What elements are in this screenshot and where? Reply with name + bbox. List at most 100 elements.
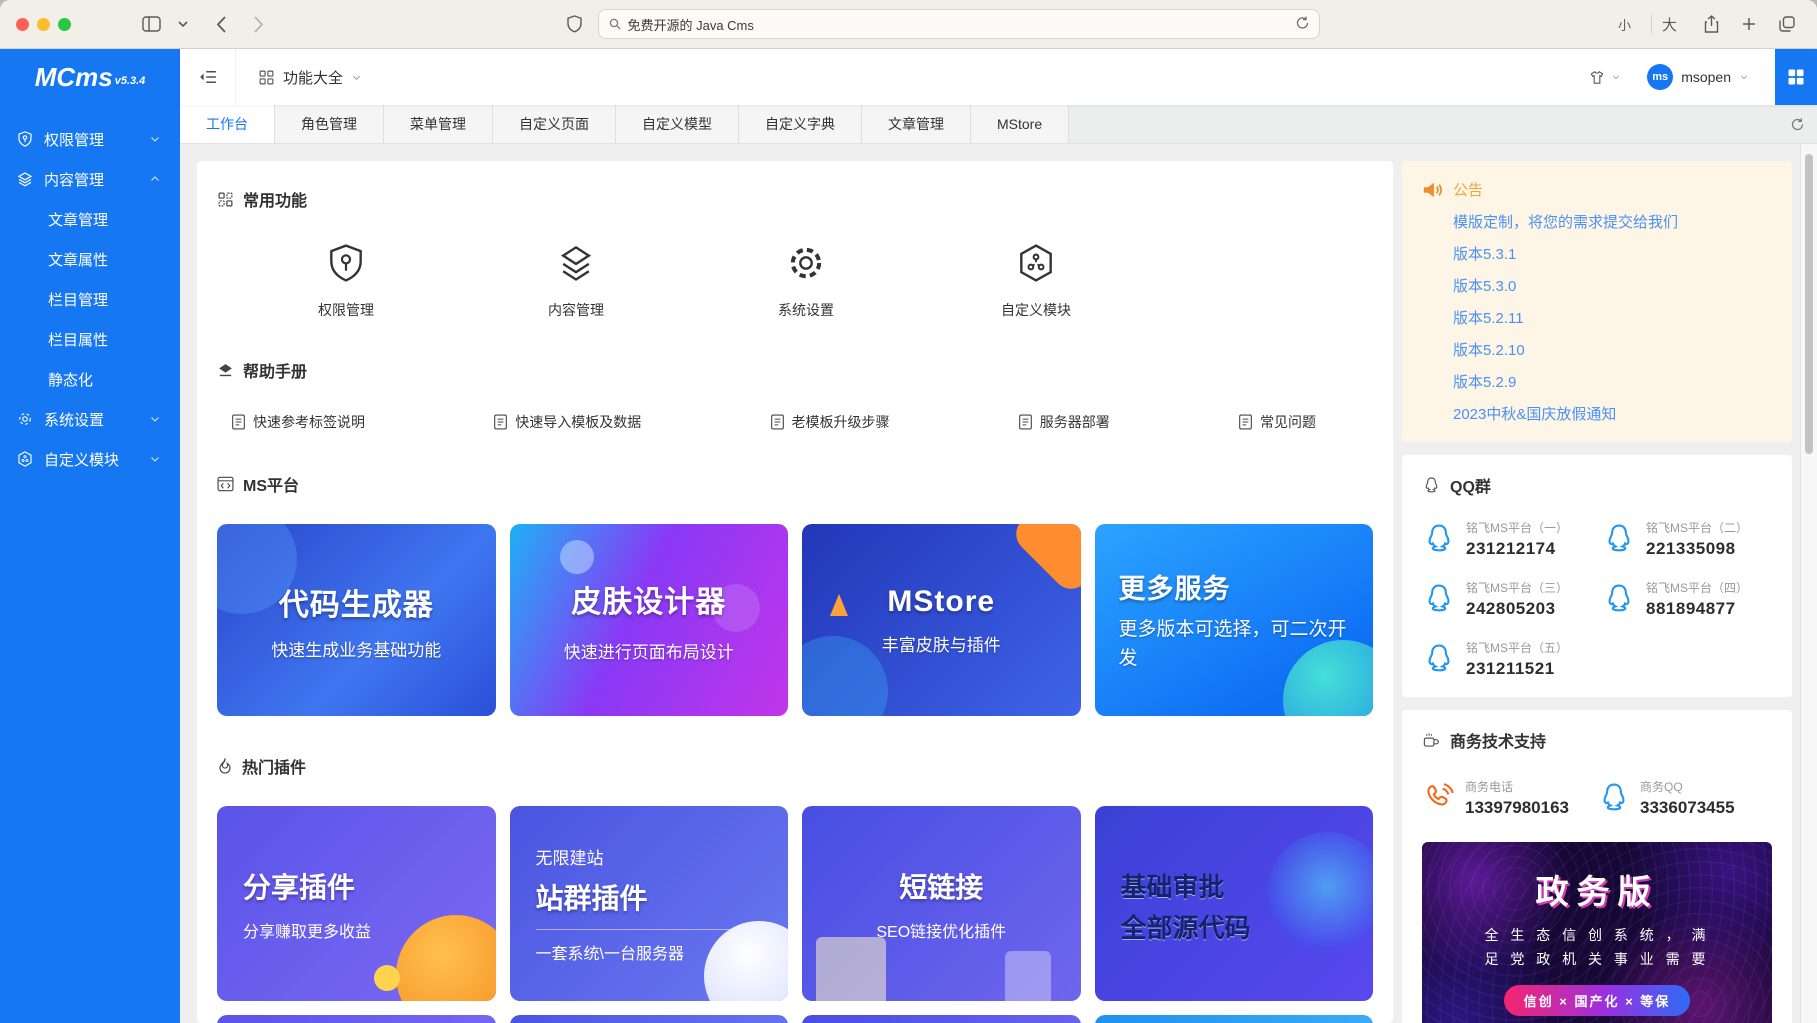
privacy-shield-icon[interactable]	[560, 10, 588, 38]
chevron-down-icon	[1611, 72, 1621, 82]
sidebar-item-content[interactable]: 内容管理	[0, 159, 180, 199]
tab-mstore[interactable]: MStore	[971, 105, 1069, 143]
layers-icon	[554, 241, 598, 285]
zoom-in-button[interactable]: 大	[1651, 14, 1687, 35]
tab-articles[interactable]: 文章管理	[862, 105, 971, 143]
sidebar-item-permissions[interactable]: 权限管理	[0, 119, 180, 159]
traffic-lights	[16, 18, 71, 31]
workbench-card: 常用功能 权限管理 内容管理 系统设置	[197, 161, 1393, 1023]
qq-group[interactable]: 铭飞MS平台（五）231211521	[1422, 639, 1592, 679]
apps-grid-button[interactable]	[1775, 49, 1817, 105]
banner-basic-audit-plugin[interactable]: 基础审批 全部源代码	[1095, 806, 1374, 1001]
collapse-sidebar-icon[interactable]	[180, 49, 236, 105]
zoom-window-button[interactable]	[58, 18, 71, 31]
chevron-down-icon[interactable]	[175, 10, 191, 38]
logo-version: v5.3.4	[115, 75, 146, 87]
avatar: ms	[1647, 64, 1673, 90]
help-link-import[interactable]: 快速导入模板及数据	[493, 412, 641, 432]
sidebar-toggle-icon[interactable]	[137, 10, 165, 38]
qq-group[interactable]: 铭飞MS平台（四）881894877	[1602, 579, 1772, 619]
tab-menus[interactable]: 菜单管理	[384, 105, 493, 143]
reload-icon[interactable]	[1296, 16, 1309, 33]
help-link-faq[interactable]: 常见问题	[1238, 412, 1316, 432]
back-button[interactable]	[207, 10, 235, 38]
qq-icon	[1597, 781, 1631, 815]
banner-code-generator[interactable]: 代码生成器 快速生成业务基础功能	[217, 524, 496, 716]
notice-link[interactable]: 2023中秋&国庆放假通知	[1453, 403, 1772, 424]
qq-icon	[1602, 582, 1636, 616]
refresh-tab-icon[interactable]	[1777, 105, 1817, 143]
tab-custom-dicts[interactable]: 自定义字典	[739, 105, 862, 143]
sidebar-item-system[interactable]: 系统设置	[0, 399, 180, 439]
new-tab-icon[interactable]	[1735, 10, 1763, 38]
banner-partial[interactable]	[1095, 1015, 1374, 1023]
quick-permissions[interactable]: 权限管理	[231, 241, 461, 320]
help-link-deploy[interactable]: 服务器部署	[1018, 412, 1110, 432]
banner-partial[interactable]	[510, 1015, 789, 1023]
section-title: 常用功能	[243, 187, 307, 211]
zoom-out-button[interactable]: 小	[1608, 15, 1641, 34]
notice-link[interactable]: 版本5.2.11	[1453, 307, 1772, 328]
share-icon[interactable]	[1697, 10, 1725, 38]
notice-link[interactable]: 版本5.2.10	[1453, 339, 1772, 360]
notice-link[interactable]: 版本5.2.9	[1453, 371, 1772, 392]
sidebar-subitem-static[interactable]: 静态化	[0, 359, 180, 399]
sidebar-subitem-article-attrs[interactable]: 文章属性	[0, 239, 180, 279]
support-qq[interactable]: 商务QQ3336073455	[1597, 778, 1772, 818]
qq-group[interactable]: 铭飞MS平台（二）221335098	[1602, 519, 1772, 559]
sidebar-subitem-categories[interactable]: 栏目管理	[0, 279, 180, 319]
chevron-down-icon	[146, 413, 164, 425]
address-bar[interactable]: 免费开源的 Java Cms	[598, 9, 1320, 39]
tab-custom-models[interactable]: 自定义模型	[616, 105, 739, 143]
app-logo[interactable]: MCms v5.3.4	[0, 49, 180, 105]
banner-partial[interactable]	[802, 1015, 1081, 1023]
theme-skin-menu[interactable]	[1574, 69, 1635, 86]
banner-site-group-plugin[interactable]: 无限建站 站群插件 一套系统\一台服务器	[510, 806, 789, 1001]
sidebar-subitem-articles[interactable]: 文章管理	[0, 199, 180, 239]
all-functions-menu[interactable]: 功能大全	[236, 67, 384, 88]
qq-group[interactable]: 铭飞MS平台（三）242805203	[1422, 579, 1592, 619]
tab-workbench[interactable]: 工作台	[180, 105, 275, 143]
quick-custom-module[interactable]: 自定义模块	[921, 241, 1151, 320]
qq-icon	[1422, 582, 1456, 616]
panel-title: 公告	[1453, 179, 1483, 200]
sidebar-subitem-label: 静态化	[48, 369, 93, 390]
qq-groups-header: QQ群	[1422, 473, 1772, 497]
notice-link[interactable]: 版本5.3.1	[1453, 243, 1772, 264]
sidebar-item-custom-module[interactable]: 自定义模块	[0, 439, 180, 479]
grid-icon	[217, 191, 234, 208]
scrollbar[interactable]	[1800, 144, 1817, 1023]
tab-overview-icon[interactable]	[1773, 10, 1801, 38]
notice-link[interactable]: 版本5.3.0	[1453, 275, 1772, 296]
minimize-window-button[interactable]	[37, 18, 50, 31]
banner-mstore[interactable]: MStore 丰富皮肤与插件	[802, 524, 1081, 716]
user-menu[interactable]: ms msopen	[1635, 64, 1761, 90]
banner-skin-designer[interactable]: 皮肤设计器 快速进行页面布局设计	[510, 524, 789, 716]
notice-link[interactable]: 模版定制，将您的需求提交给我们	[1453, 211, 1772, 232]
forward-button[interactable]	[245, 10, 273, 38]
document-icon	[231, 414, 246, 430]
ms-platform-header: MS平台	[217, 472, 1373, 496]
banner-partial[interactable]	[217, 1015, 496, 1023]
banner-more-services[interactable]: 更多服务 更多版本可选择，可二次开发	[1095, 524, 1374, 716]
announcement-header: 公告	[1422, 179, 1772, 200]
help-link-upgrade[interactable]: 老模板升级步骤	[770, 412, 890, 432]
promo-line: 足 党 政 机 关 事 业 需 要	[1484, 949, 1709, 969]
qq-group[interactable]: 铭飞MS平台（一）231212174	[1422, 519, 1592, 559]
tab-roles[interactable]: 角色管理	[275, 105, 384, 143]
tab-custom-pages[interactable]: 自定义页面	[493, 105, 616, 143]
banner-short-link-plugin[interactable]: 短链接 SEO链接优化插件	[802, 806, 1081, 1001]
help-link-tags[interactable]: 快速参考标签说明	[231, 412, 365, 432]
section-title: MS平台	[243, 472, 299, 496]
close-window-button[interactable]	[16, 18, 29, 31]
support-phone[interactable]: 商务电话13397980163	[1422, 778, 1597, 818]
scrollbar-thumb[interactable]	[1805, 154, 1813, 454]
banner-share-plugin[interactable]: 分享插件 分享赚取更多收益	[217, 806, 496, 1001]
sidebar-item-label: 权限管理	[44, 129, 104, 150]
document-icon	[1018, 414, 1033, 430]
quick-system[interactable]: 系统设置	[691, 241, 921, 320]
sidebar-subitem-category-attrs[interactable]: 栏目属性	[0, 319, 180, 359]
gov-edition-banner[interactable]: 政务版 全 生 态 信 创 系 统 ， 满 足 党 政 机 关 事 业 需 要 …	[1422, 842, 1772, 1023]
panel-title: QQ群	[1450, 473, 1491, 497]
quick-content[interactable]: 内容管理	[461, 241, 691, 320]
